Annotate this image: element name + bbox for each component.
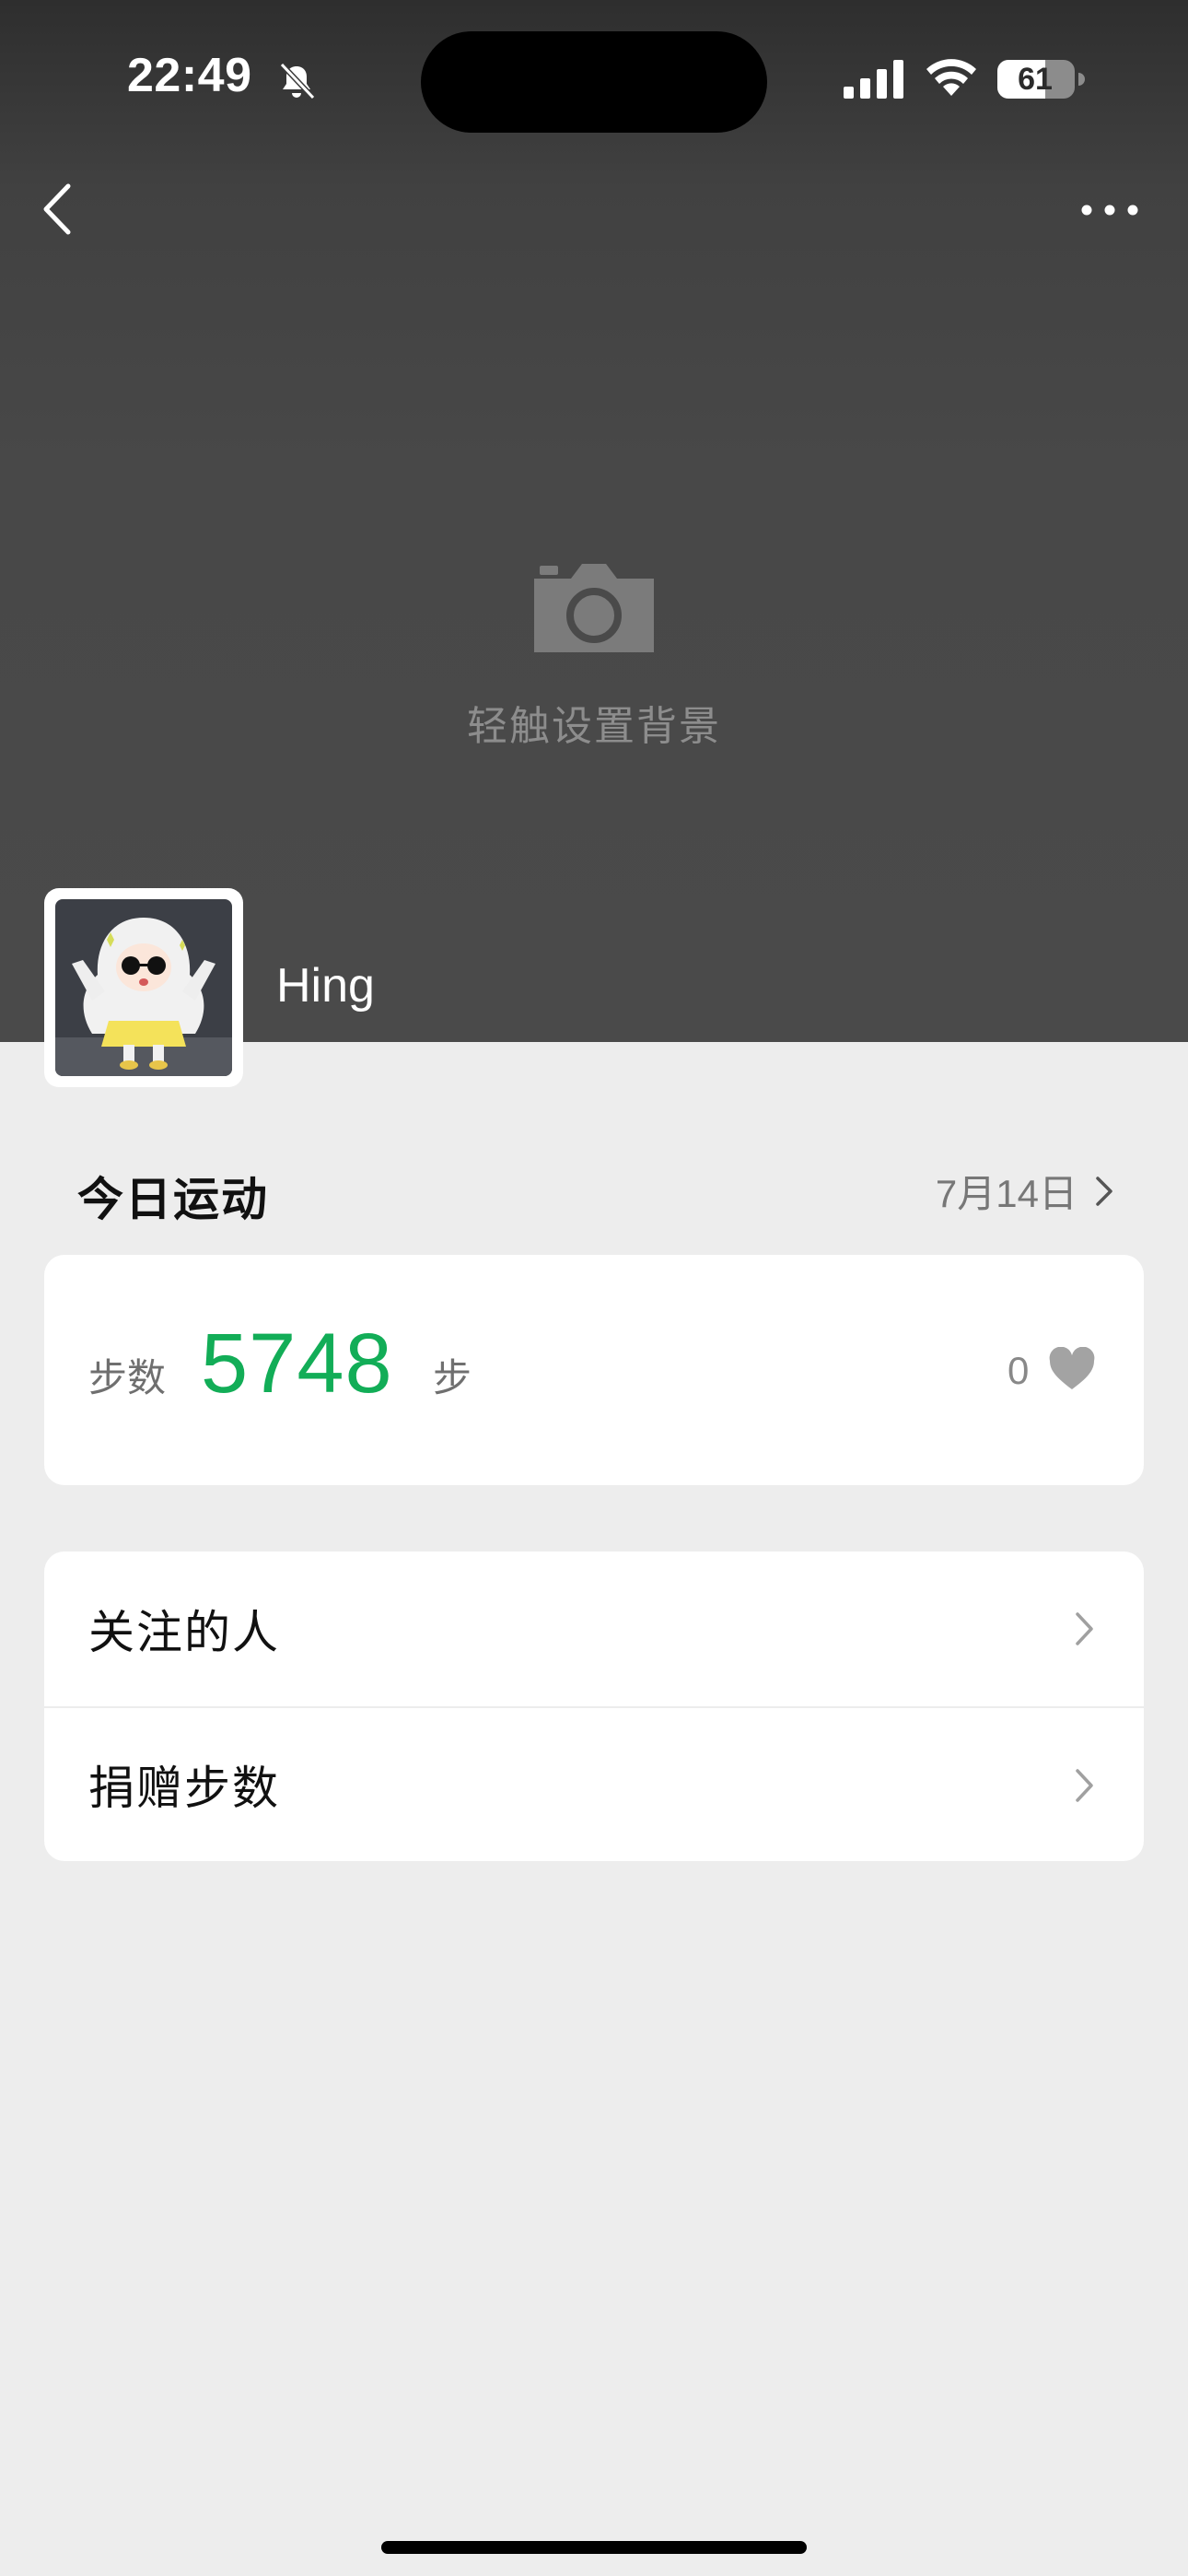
user-name: Hing (276, 959, 375, 1013)
signal-icon (844, 60, 903, 99)
camera-icon[interactable] (530, 560, 658, 656)
today-sport-title: 今日运动 (77, 1174, 269, 1225)
avatar[interactable] (44, 888, 243, 1087)
date-selector[interactable]: 7月14日 (936, 1163, 1116, 1219)
menu-list: 关注的人 捐赠步数 (44, 1551, 1144, 1861)
chevron-right-icon (1096, 1176, 1112, 1206)
home-indicator[interactable] (381, 2541, 807, 2554)
date-label: 7月14日 (935, 1172, 1077, 1215)
chevron-right-icon (1076, 1769, 1093, 1802)
steps-card[interactable]: 步数 5748 步 0 (44, 1255, 1144, 1485)
chevron-right-icon (1076, 1612, 1093, 1645)
set-background-hint[interactable]: 轻触设置背景 (410, 693, 778, 752)
status-time: 22:49 (127, 49, 252, 102)
steps-value: 5748 (201, 1317, 393, 1411)
menu-item-label: 捐赠步数 (88, 1762, 280, 1814)
steps-unit: 步 (433, 1356, 472, 1399)
back-icon[interactable] (37, 177, 83, 241)
menu-item-following[interactable]: 关注的人 (44, 1551, 1144, 1706)
steps-label: 步数 (88, 1356, 167, 1399)
more-icon[interactable] (1077, 193, 1142, 227)
wechat-sport-profile-page: 22:49 61 轻触设置背景 Hing 今日运动 7月14日 步数 5748 … (0, 0, 1188, 2576)
bell-slash-icon (279, 62, 316, 100)
avatar-image (55, 899, 232, 1076)
wifi-icon (926, 59, 976, 96)
dynamic-island (421, 31, 767, 133)
likes-count: 0 (1007, 1349, 1030, 1392)
battery-level: 61 (1018, 62, 1053, 97)
heart-icon[interactable] (1048, 1347, 1096, 1391)
menu-item-donate-steps[interactable]: 捐赠步数 (44, 1706, 1144, 1861)
cover-background[interactable] (0, 0, 1188, 1042)
menu-item-label: 关注的人 (88, 1607, 280, 1658)
